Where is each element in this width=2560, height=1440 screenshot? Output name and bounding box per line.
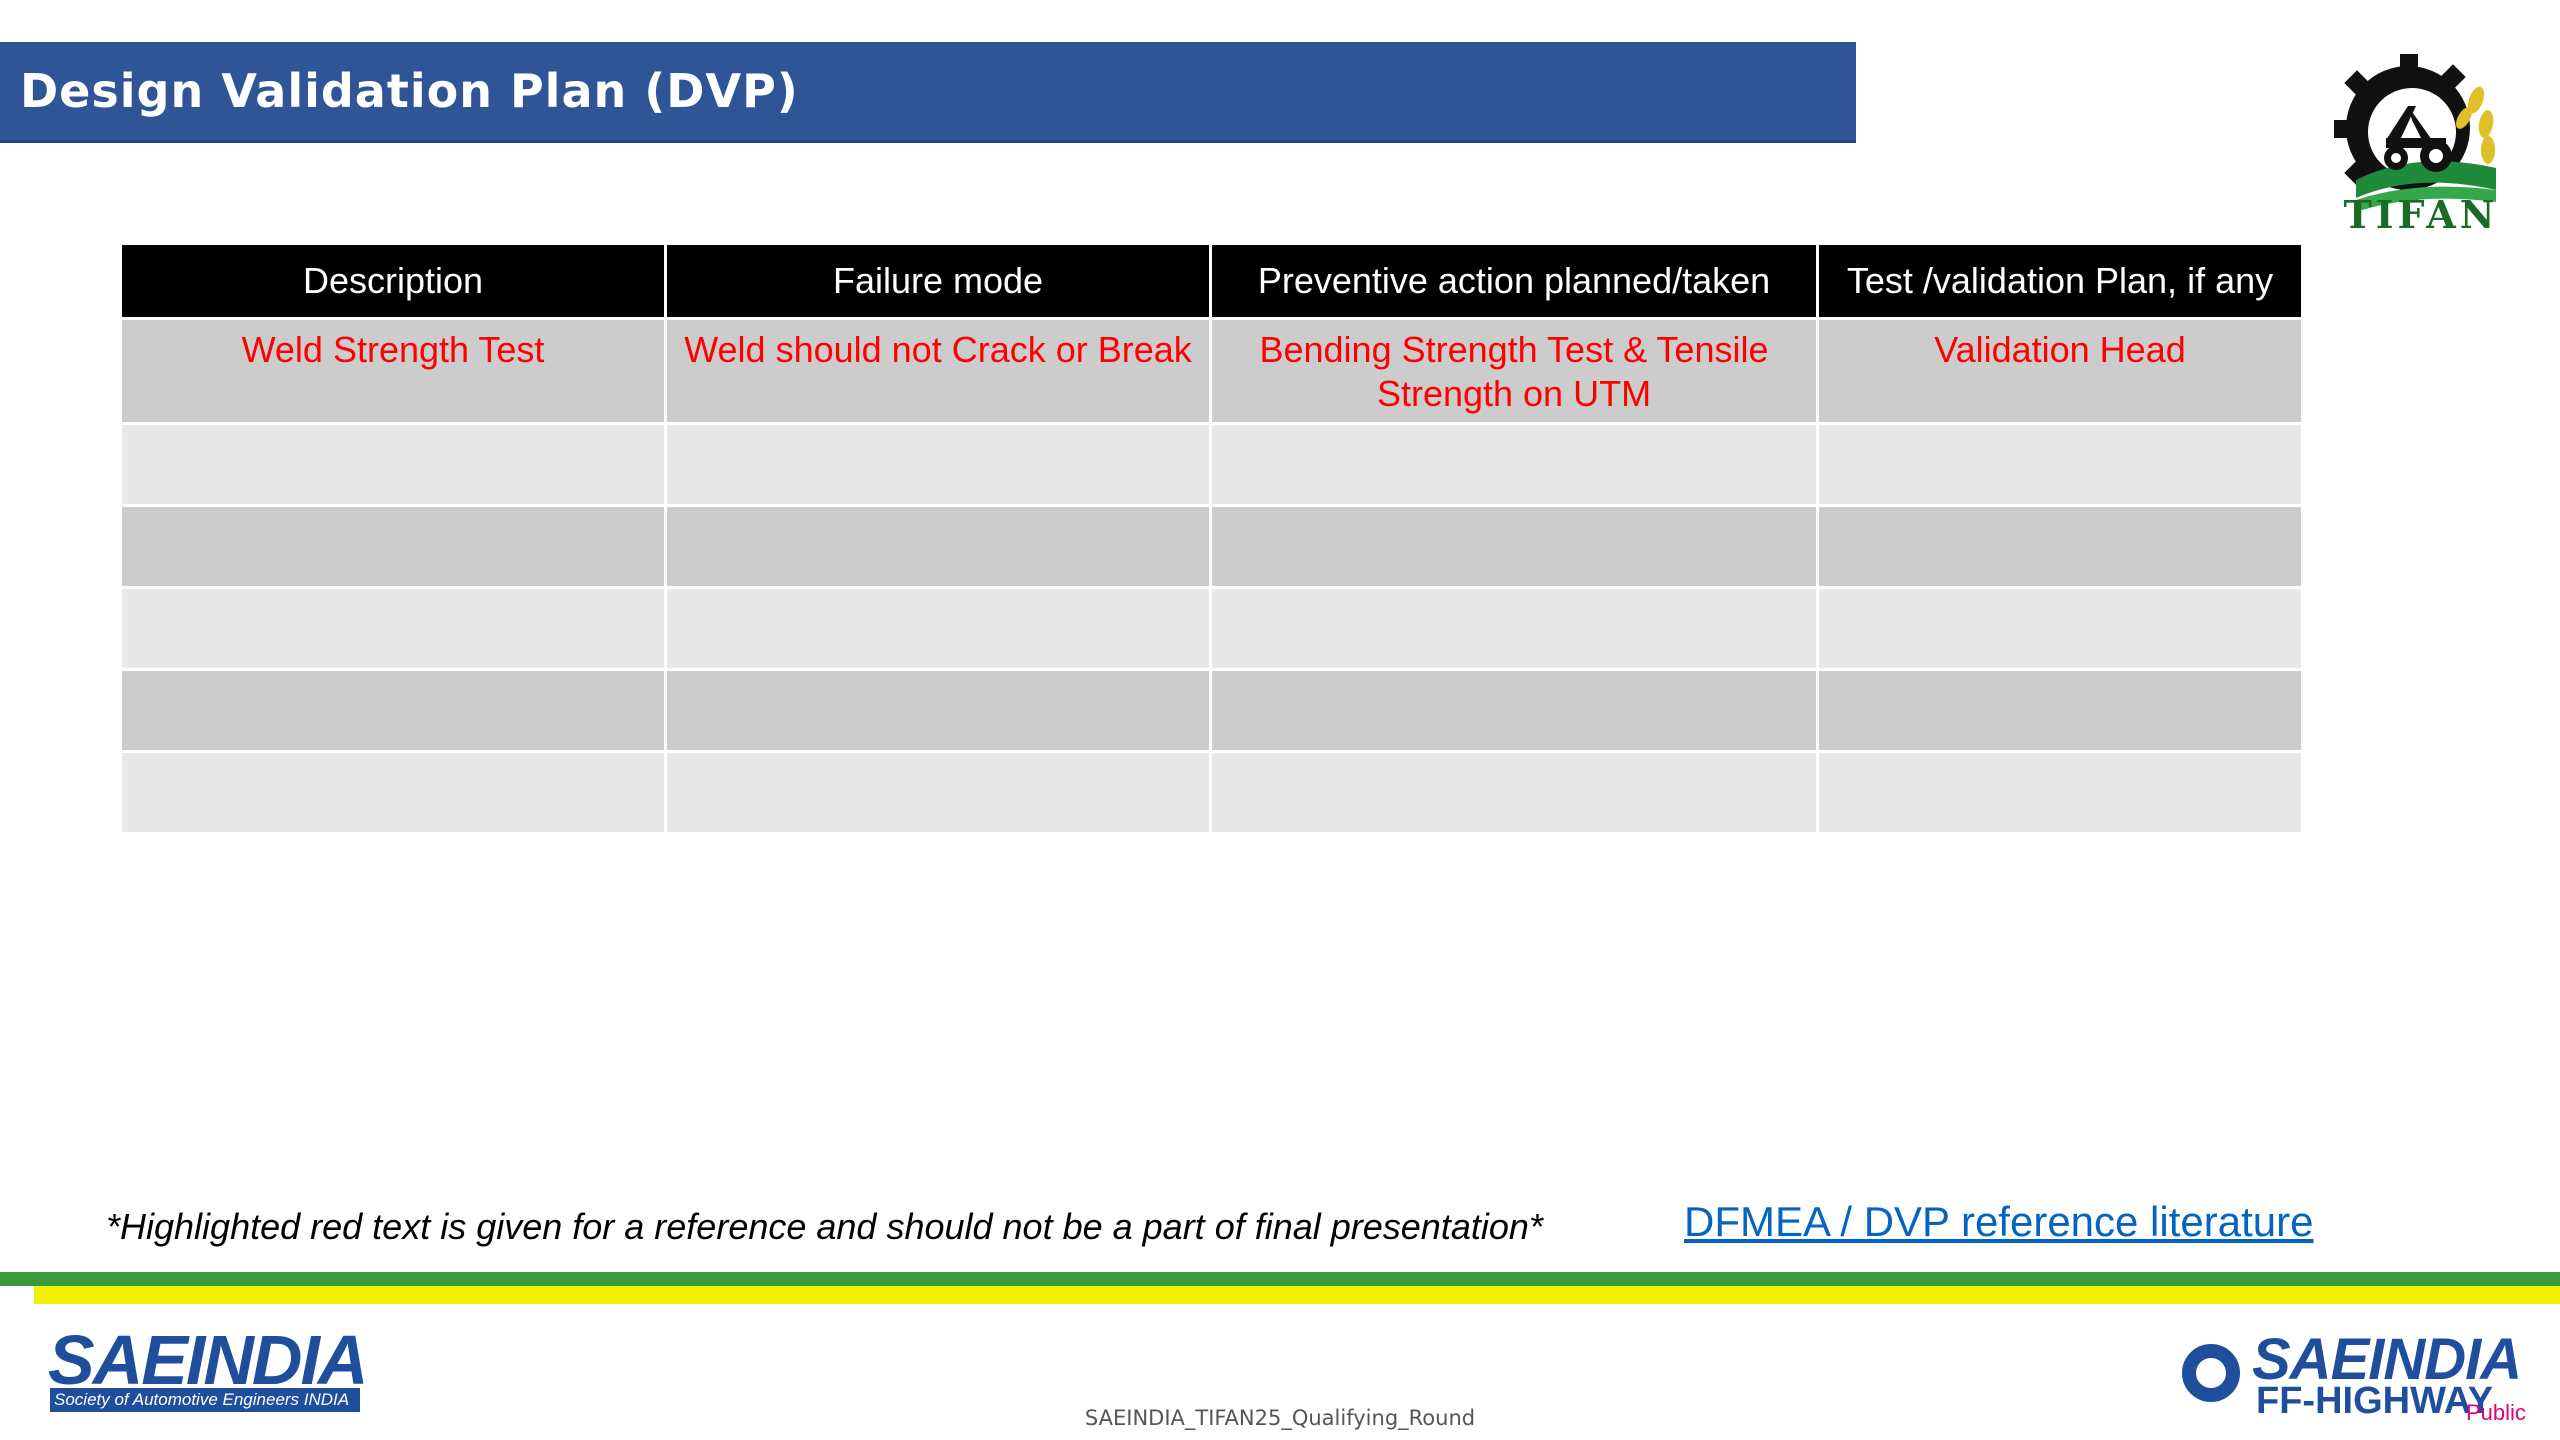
table-cell[interactable] — [1212, 671, 1816, 750]
table-cell[interactable]: Weld Strength Test — [122, 320, 664, 422]
table-cell[interactable] — [1819, 753, 2301, 832]
tifan-logo-text: TIFAN — [2343, 192, 2499, 237]
column-header-test-plan: Test /validation Plan, if any — [1819, 245, 2301, 317]
table-cell[interactable] — [667, 425, 1209, 504]
table-cell[interactable] — [1819, 671, 2301, 750]
classification-label: Public — [2466, 1400, 2526, 1425]
table-cell[interactable]: Bending Strength Test & Tensile Strength… — [1212, 320, 1816, 422]
table-cell[interactable] — [1819, 589, 2301, 668]
title-banner: Design Validation Plan (DVP) — [0, 42, 1856, 143]
offhighway-logo-line2: FF-HIGHWAY — [2256, 1380, 2494, 1422]
table-header-row: Description Failure mode Preventive acti… — [122, 245, 2301, 317]
table-cell[interactable]: Validation Head — [1819, 320, 2301, 422]
footer-round-label: SAEINDIA_TIFAN25_Qualifying_Round — [1084, 1406, 1476, 1430]
table-cell[interactable] — [1819, 425, 2301, 504]
column-header-failure-mode: Failure mode — [667, 245, 1209, 317]
table-cell[interactable] — [667, 589, 1209, 668]
table-cell[interactable] — [667, 507, 1209, 586]
table-cell[interactable] — [122, 753, 664, 832]
table-cell[interactable] — [1212, 753, 1816, 832]
table-cell[interactable] — [1212, 589, 1816, 668]
table-cell[interactable] — [1819, 507, 2301, 586]
footer-stripe-yellow — [34, 1286, 2560, 1304]
reference-literature-link[interactable]: DFMEA / DVP reference literature — [1684, 1198, 2313, 1246]
table-row — [122, 589, 2301, 668]
table-cell[interactable] — [122, 589, 664, 668]
footer-stripe-green — [0, 1272, 2560, 1286]
table-cell[interactable] — [667, 671, 1209, 750]
table-row — [122, 425, 2301, 504]
table-row — [122, 671, 2301, 750]
table-cell[interactable] — [1212, 425, 1816, 504]
table-cell[interactable] — [122, 671, 664, 750]
table-cell[interactable] — [1212, 507, 1816, 586]
table-row — [122, 507, 2301, 586]
table-row — [122, 753, 2301, 832]
dvp-table: Description Failure mode Preventive acti… — [119, 242, 2304, 835]
table-cell[interactable] — [122, 425, 664, 504]
reference-footnote: *Highlighted red text is given for a ref… — [106, 1206, 1543, 1247]
column-header-description: Description — [122, 245, 664, 317]
column-header-preventive-action: Preventive action planned/taken — [1212, 245, 1816, 317]
table-cell[interactable] — [122, 507, 664, 586]
table-cell[interactable] — [667, 753, 1209, 832]
offhighway-o-ring-icon — [2182, 1344, 2240, 1402]
table-cell[interactable]: Weld should not Crack or Break — [667, 320, 1209, 422]
slide: Design Validation Plan (DVP) TIFAN Descr… — [0, 0, 2560, 1440]
saeindia-logo: SAEINDIA Society of Automotive Engineers… — [48, 1325, 368, 1414]
saeindia-logo-text: SAEINDIA — [48, 1321, 368, 1399]
saeindia-offhighway-logo: SAEINDIA FF-HIGHWAY — [2180, 1331, 2522, 1424]
offhighway-logo-line1: SAEINDIA — [2252, 1327, 2522, 1392]
page-title: Design Validation Plan (DVP) — [20, 64, 799, 118]
table-row: Weld Strength Test Weld should not Crack… — [122, 320, 2301, 422]
